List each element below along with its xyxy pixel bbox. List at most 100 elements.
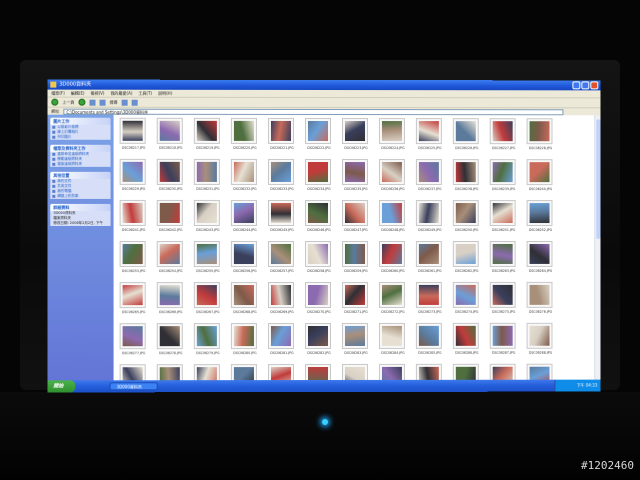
- thumbnail-item[interactable]: DSC06274.JPG: [451, 281, 487, 323]
- thumbnail-item[interactable]: DSC06296.JPG: [377, 363, 413, 381]
- thumbnail-frame[interactable]: [452, 322, 479, 349]
- thumbnail-frame[interactable]: [267, 117, 294, 144]
- thumbnail-frame[interactable]: [230, 241, 257, 268]
- thumbnail-frame[interactable]: [193, 199, 220, 226]
- thumbnail-item[interactable]: DSC06287.JPG: [488, 322, 524, 364]
- thumbnail-frame[interactable]: [415, 240, 442, 267]
- thumbnail-item[interactable]: DSC06259.JPG: [340, 240, 376, 282]
- thumbnail-frame[interactable]: [230, 117, 257, 144]
- thumbnail-frame[interactable]: [267, 364, 294, 381]
- thumbnail-frame[interactable]: [267, 158, 294, 185]
- thumbnail-frame[interactable]: [378, 322, 405, 349]
- thumbnail-item[interactable]: DSC06254.JPG: [155, 241, 192, 282]
- thumbnail-frame[interactable]: [304, 117, 331, 145]
- thumbnail-item[interactable]: DSC06234.JPG: [303, 158, 340, 200]
- thumbnail-frame[interactable]: [489, 200, 516, 227]
- thumbnail-frame[interactable]: [341, 240, 368, 267]
- thumbnail-frame[interactable]: [230, 282, 257, 309]
- vertical-scrollbar[interactable]: [594, 115, 601, 380]
- thumbnail-item[interactable]: DSC06278.JPG: [155, 323, 192, 364]
- thumbnail-item[interactable]: DSC06280.JPG: [229, 323, 266, 364]
- thumbnail-item[interactable]: DSC06266.JPG: [155, 282, 192, 323]
- thumbnail-item[interactable]: DSC06220.JPG: [229, 117, 266, 159]
- thumbnail-item[interactable]: DSC06252.JPG: [525, 200, 561, 241]
- thumbnail-item[interactable]: DSC06237.JPG: [414, 159, 450, 200]
- thumbnail-frame[interactable]: [230, 199, 257, 226]
- thumbnail-item[interactable]: DSC06262.JPG: [451, 240, 487, 282]
- thumbnail-frame[interactable]: [341, 322, 368, 349]
- thumbnail-frame[interactable]: [415, 363, 442, 381]
- thumbnail-frame[interactable]: [378, 363, 405, 381]
- thumbnail-item[interactable]: DSC06294.JPG: [303, 363, 340, 381]
- thumbnail-item[interactable]: DSC06227.JPG: [488, 118, 524, 159]
- thumbnail-item[interactable]: DSC06258.JPG: [303, 240, 340, 282]
- thumbnail-item[interactable]: DSC06269.JPG: [266, 282, 303, 323]
- thumbnail-item[interactable]: DSC06221.JPG: [266, 117, 303, 159]
- thumbnail-item[interactable]: DSC06251.JPG: [488, 200, 524, 241]
- task-panel-heading[interactable]: 檔案及資料夾工作: [50, 144, 111, 152]
- thumbnail-item[interactable]: DSC06241.JPG: [118, 199, 155, 241]
- scrollbar-thumb[interactable]: [596, 119, 601, 239]
- thumbnail-frame[interactable]: [341, 200, 368, 227]
- thumbnail-item[interactable]: DSC06299.JPG: [488, 363, 524, 381]
- menu-item[interactable]: 編輯(E): [71, 90, 85, 97]
- thumbnail-item[interactable]: DSC06249.JPG: [414, 200, 450, 241]
- thumbnail-item[interactable]: DSC06283.JPG: [340, 322, 376, 364]
- thumbnail-frame[interactable]: [526, 281, 553, 308]
- thumbnail-item[interactable]: DSC06282.JPG: [303, 322, 340, 364]
- thumbnail-item[interactable]: DSC06240.JPG: [525, 159, 561, 200]
- menu-item[interactable]: 工具(T): [138, 90, 152, 97]
- thumbnail-frame[interactable]: [378, 240, 405, 267]
- thumbnail-item[interactable]: DSC06292.JPG: [229, 364, 266, 381]
- thumbnail-frame[interactable]: [119, 282, 146, 309]
- thumbnail-frame[interactable]: [489, 322, 516, 349]
- thumbnail-item[interactable]: DSC06261.JPG: [414, 240, 450, 282]
- thumbnail-item[interactable]: DSC06244.JPG: [229, 199, 266, 241]
- thumbnail-item[interactable]: DSC06222.JPG: [303, 117, 340, 159]
- thumbnail-item[interactable]: DSC06260.JPG: [377, 240, 413, 282]
- thumbnail-frame[interactable]: [526, 322, 553, 349]
- thumbnail-frame[interactable]: [526, 118, 553, 145]
- thumbnail-frame[interactable]: [304, 322, 331, 350]
- thumbnail-item[interactable]: DSC06246.JPG: [303, 199, 340, 241]
- thumbnail-item[interactable]: DSC06225.JPG: [414, 118, 450, 159]
- thumbnail-item[interactable]: DSC06255.JPG: [192, 241, 229, 282]
- thumbnail-frame[interactable]: [119, 199, 146, 226]
- thumbnail-frame[interactable]: [378, 159, 405, 186]
- thumbnail-frame[interactable]: [304, 240, 331, 268]
- thumbnail-frame[interactable]: [119, 117, 146, 144]
- back-arrow-icon[interactable]: [51, 98, 59, 106]
- thumbnail-frame[interactable]: [156, 158, 183, 185]
- search-button-label[interactable]: 搜尋: [110, 99, 118, 105]
- task-panel-heading[interactable]: 詳細資料: [50, 203, 111, 211]
- thumbnail-item[interactable]: DSC06223.JPG: [340, 118, 376, 159]
- thumbnail-frame[interactable]: [415, 159, 442, 186]
- thumbnail-item[interactable]: DSC06286.JPG: [451, 322, 487, 364]
- thumbnail-frame[interactable]: [193, 241, 220, 268]
- thumbnail-item[interactable]: DSC06276.JPG: [525, 281, 561, 323]
- thumbnail-frame[interactable]: [156, 282, 183, 309]
- thumbnail-item[interactable]: DSC06279.JPG: [192, 323, 229, 364]
- thumbnail-frame[interactable]: [267, 241, 294, 268]
- thumbnail-item[interactable]: DSC06248.JPG: [377, 200, 413, 241]
- views-icon[interactable]: [131, 99, 138, 106]
- thumbnail-frame[interactable]: [230, 158, 257, 185]
- thumbnail-frame[interactable]: [119, 323, 146, 350]
- thumbnail-item[interactable]: DSC06236.JPG: [377, 159, 413, 200]
- thumbnail-item[interactable]: DSC06250.JPG: [451, 200, 487, 241]
- thumbnail-frame[interactable]: [304, 158, 331, 186]
- thumbnail-frame[interactable]: [156, 323, 183, 350]
- thumbnail-item[interactable]: DSC06219.JPG: [192, 117, 229, 159]
- thumbnail-frame[interactable]: [267, 282, 294, 309]
- thumbnail-item[interactable]: DSC06268.JPG: [229, 282, 266, 323]
- menu-item[interactable]: 檔案(F): [51, 90, 64, 97]
- thumbnail-item[interactable]: DSC06270.JPG: [303, 281, 340, 323]
- thumbnail-frame[interactable]: [267, 323, 294, 350]
- thumbnail-item[interactable]: DSC06235.JPG: [340, 159, 376, 200]
- thumbnail-frame[interactable]: [193, 364, 220, 381]
- folders-icon[interactable]: [121, 99, 128, 106]
- thumbnail-item[interactable]: DSC06218.JPG: [155, 117, 192, 159]
- thumbnail-item[interactable]: DSC06256.JPG: [229, 241, 266, 282]
- close-button[interactable]: [590, 81, 599, 90]
- thumbnail-item[interactable]: DSC06272.JPG: [377, 281, 413, 323]
